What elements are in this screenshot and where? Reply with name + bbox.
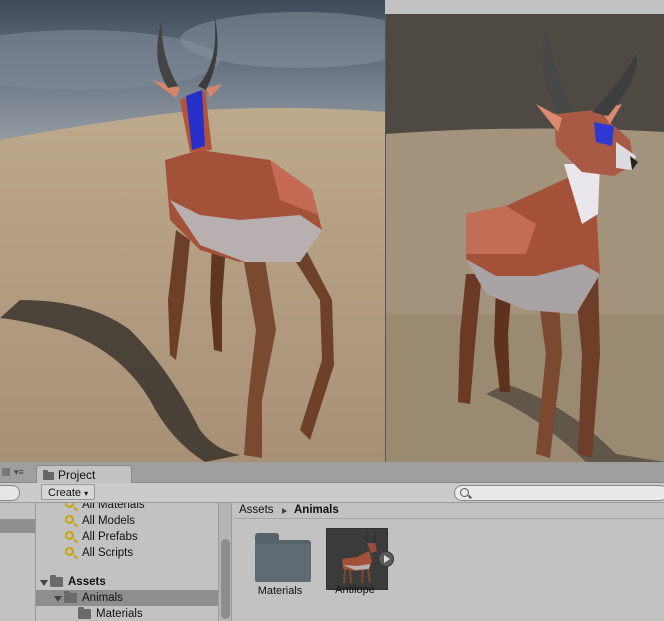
dropdown-arrow-icon: ▾: [84, 489, 89, 498]
folder-icon: [43, 470, 54, 480]
project-folder-tree: All Materials All Models All Prefabs All…: [36, 503, 218, 621]
search-icon: [460, 488, 469, 497]
favorite-label: All Prefabs: [82, 531, 138, 543]
hierarchy-panel-edge: [0, 503, 36, 621]
search-favorite-icon: [65, 531, 74, 540]
search-favorite-icon: [65, 503, 74, 508]
favorite-all-prefabs[interactable]: All Prefabs: [36, 529, 218, 545]
favorite-all-materials[interactable]: All Materials: [36, 503, 218, 513]
search-favorite-icon: [65, 515, 74, 524]
hierarchy-search-field[interactable]: [0, 485, 20, 501]
tree-item-label: Animals: [82, 592, 123, 604]
favorite-label: All Models: [82, 515, 136, 527]
folder-icon: [255, 533, 311, 582]
tree-item-materials[interactable]: Materials: [36, 606, 218, 621]
play-expand-icon[interactable]: [378, 551, 394, 567]
asset-browser: Assets Animals Materials Antilope: [233, 503, 664, 621]
panel-menu-icon[interactable]: ▾≡: [14, 468, 24, 477]
antelope-rear-view-render: [0, 0, 385, 462]
tree-scrollbar[interactable]: [218, 503, 232, 621]
favorite-label: All Materials: [82, 503, 145, 511]
create-button[interactable]: Create ▾: [41, 484, 95, 500]
tab-project-label: Project: [58, 468, 96, 482]
favorite-all-models[interactable]: All Models: [36, 513, 218, 529]
breadcrumb-assets[interactable]: Assets: [239, 503, 274, 518]
tab-strip: ▾≡ Project: [0, 462, 664, 483]
scene-view-left[interactable]: [0, 0, 385, 462]
asset-name: Materials: [257, 585, 303, 597]
project-toolbar: Create ▾: [0, 483, 664, 503]
folder-icon: [64, 591, 77, 603]
lock-icon[interactable]: [2, 468, 10, 476]
asset-name: Antilope: [335, 584, 375, 596]
breadcrumb: Assets Animals: [233, 503, 664, 519]
tree-item-label: Materials: [96, 608, 143, 620]
scene-view-right[interactable]: [385, 14, 664, 462]
project-search-input[interactable]: [454, 485, 664, 501]
folder-icon: [78, 607, 91, 619]
tab-project[interactable]: Project: [36, 465, 132, 483]
asset-item-antilope[interactable]: Antilope: [320, 527, 394, 607]
asset-item-materials-folder[interactable]: Materials: [245, 528, 315, 608]
tree-item-assets[interactable]: Assets: [36, 574, 218, 590]
folder-icon: [50, 575, 63, 587]
tree-item-label: Assets: [68, 576, 106, 588]
expand-arrow-icon[interactable]: [54, 596, 62, 602]
project-panel: ▾≡ Project Create ▾ All Materials All Mo…: [0, 462, 664, 621]
breadcrumb-animals[interactable]: Animals: [294, 503, 339, 518]
create-button-label: Create: [48, 487, 82, 499]
scrollbar-thumb[interactable]: [221, 539, 230, 619]
favorite-all-scripts[interactable]: All Scripts: [36, 545, 218, 561]
expand-arrow-icon[interactable]: [40, 580, 48, 586]
breadcrumb-separator-icon: [282, 508, 287, 514]
search-favorite-icon: [65, 547, 74, 556]
antelope-front-view-render: [386, 14, 664, 462]
tree-item-animals[interactable]: Animals: [36, 590, 218, 606]
hierarchy-selection[interactable]: [0, 519, 35, 533]
favorite-label: All Scripts: [82, 547, 134, 559]
